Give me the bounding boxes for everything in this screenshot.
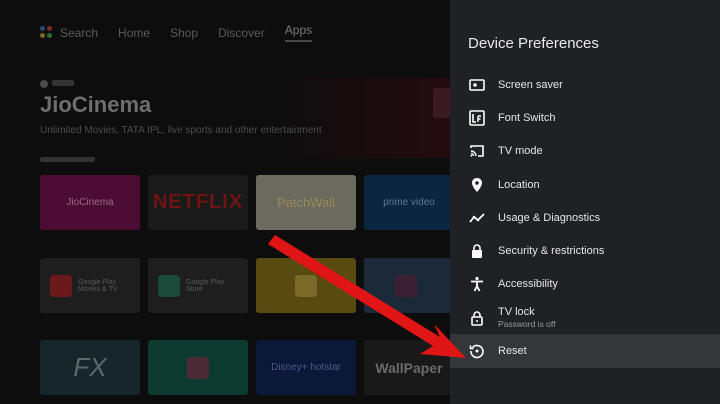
menu-item-label: Usage & Diagnostics — [498, 211, 601, 224]
app-tile-jiocinema[interactable]: JioCinema — [40, 175, 140, 230]
app-icon — [187, 356, 209, 379]
app-tile-patchwall[interactable]: PatchWall — [256, 175, 356, 230]
gallery-icon — [295, 274, 317, 297]
tab-search[interactable]: Search — [40, 25, 99, 40]
tab-label: Search — [60, 25, 99, 40]
app-tile-google-play-store[interactable]: Google Play Store — [148, 258, 248, 313]
lock-icon — [468, 242, 486, 260]
tab-discover[interactable]: Discover — [218, 26, 265, 40]
tile-label: WallPaper — [375, 359, 443, 376]
menu-item-reset[interactable]: Reset — [450, 334, 720, 368]
location-pin-icon — [468, 176, 486, 194]
menu-item-sublabel: Password is off — [498, 319, 556, 330]
menu-item-label: Security & restrictions — [498, 245, 605, 258]
tab-home[interactable]: Home — [118, 26, 150, 40]
app-tile-prime-video[interactable]: prime video — [364, 175, 450, 230]
menu-item-screen-saver[interactable]: Screen saver — [450, 68, 720, 101]
app-tile-netflix[interactable]: NETFLIX — [148, 175, 248, 230]
tile-label: Disney+ hotstar — [271, 362, 341, 373]
menu-item-label: Accessibility — [498, 278, 558, 291]
lock-outline-icon — [468, 309, 486, 327]
tile-label: FX — [73, 352, 107, 382]
play-store-icon — [158, 274, 180, 297]
cast-icon — [468, 142, 486, 160]
screen-saver-icon — [468, 76, 486, 94]
play-movies-icon — [50, 274, 72, 297]
hero-description: Unlimited Movies, TATA IPL, live sports … — [40, 125, 322, 136]
app-logo-text — [52, 80, 74, 86]
menu-item-label: Font Switch — [498, 111, 556, 124]
menu-item-label: Screen saver — [498, 78, 563, 91]
google-assistant-icon — [40, 25, 54, 40]
tab-apps[interactable]: Apps — [284, 23, 313, 42]
hero-title: JioCinema — [40, 92, 152, 117]
tile-label: Google Play Movies & TV — [78, 278, 118, 293]
tab-shop[interactable]: Shop — [170, 26, 198, 40]
tile-label: Google Play Store — [186, 278, 225, 293]
menu-item-font-switch[interactable]: Font Switch — [450, 101, 720, 134]
menu-item-accessibility[interactable]: Accessibility — [450, 268, 720, 301]
app-tile-youtube[interactable] — [364, 258, 450, 313]
device-preferences-panel: Device Preferences Screen saver Font Swi… — [450, 0, 720, 404]
top-navigation: Search Home Shop Discover Apps — [40, 23, 313, 42]
reset-icon — [468, 342, 486, 360]
tile-label: NETFLIX — [152, 191, 244, 213]
menu-item-label: TV mode — [498, 145, 543, 158]
app-tile-fx[interactable]: FX — [40, 340, 140, 395]
menu-item-label: TV lock — [498, 306, 535, 319]
menu-item-label: Location — [498, 178, 540, 191]
menu-item-security-restrictions[interactable]: Security & restrictions — [450, 234, 720, 267]
menu-item-tv-lock[interactable]: TV lock Password is off — [450, 301, 720, 334]
panel-title: Device Preferences — [468, 35, 599, 52]
hero-badge — [433, 88, 450, 118]
accessibility-icon — [468, 275, 486, 293]
app-tile-disney-hotstar[interactable]: Disney+ hotstar — [256, 340, 356, 395]
preferences-menu: Screen saver Font Switch TV mode Locatio… — [450, 68, 720, 368]
app-tile-wallpaper[interactable]: WallPaper — [364, 340, 450, 395]
menu-item-label: Reset — [498, 345, 527, 358]
trend-icon — [468, 209, 486, 227]
menu-item-text: TV lock Password is off — [498, 306, 555, 329]
font-switch-icon — [468, 109, 486, 127]
hero-artwork — [270, 78, 450, 158]
youtube-icon — [395, 274, 417, 297]
home-screen-background: Search Home Shop Discover Apps JioCinema… — [0, 0, 450, 404]
tile-label: prime video — [383, 197, 435, 208]
menu-item-location[interactable]: Location — [450, 168, 720, 201]
app-tile-google-play-movies[interactable]: Google Play Movies & TV — [40, 258, 140, 313]
app-tile-green[interactable] — [148, 340, 248, 395]
row-label-placeholder — [40, 155, 95, 164]
tile-label: PatchWall — [276, 195, 336, 210]
menu-item-usage-diagnostics[interactable]: Usage & Diagnostics — [450, 201, 720, 234]
app-tile-gallery[interactable] — [256, 258, 356, 313]
menu-item-tv-mode[interactable]: TV mode — [450, 135, 720, 168]
tile-label: JioCinema — [66, 197, 114, 208]
app-logo-icon — [40, 80, 48, 88]
